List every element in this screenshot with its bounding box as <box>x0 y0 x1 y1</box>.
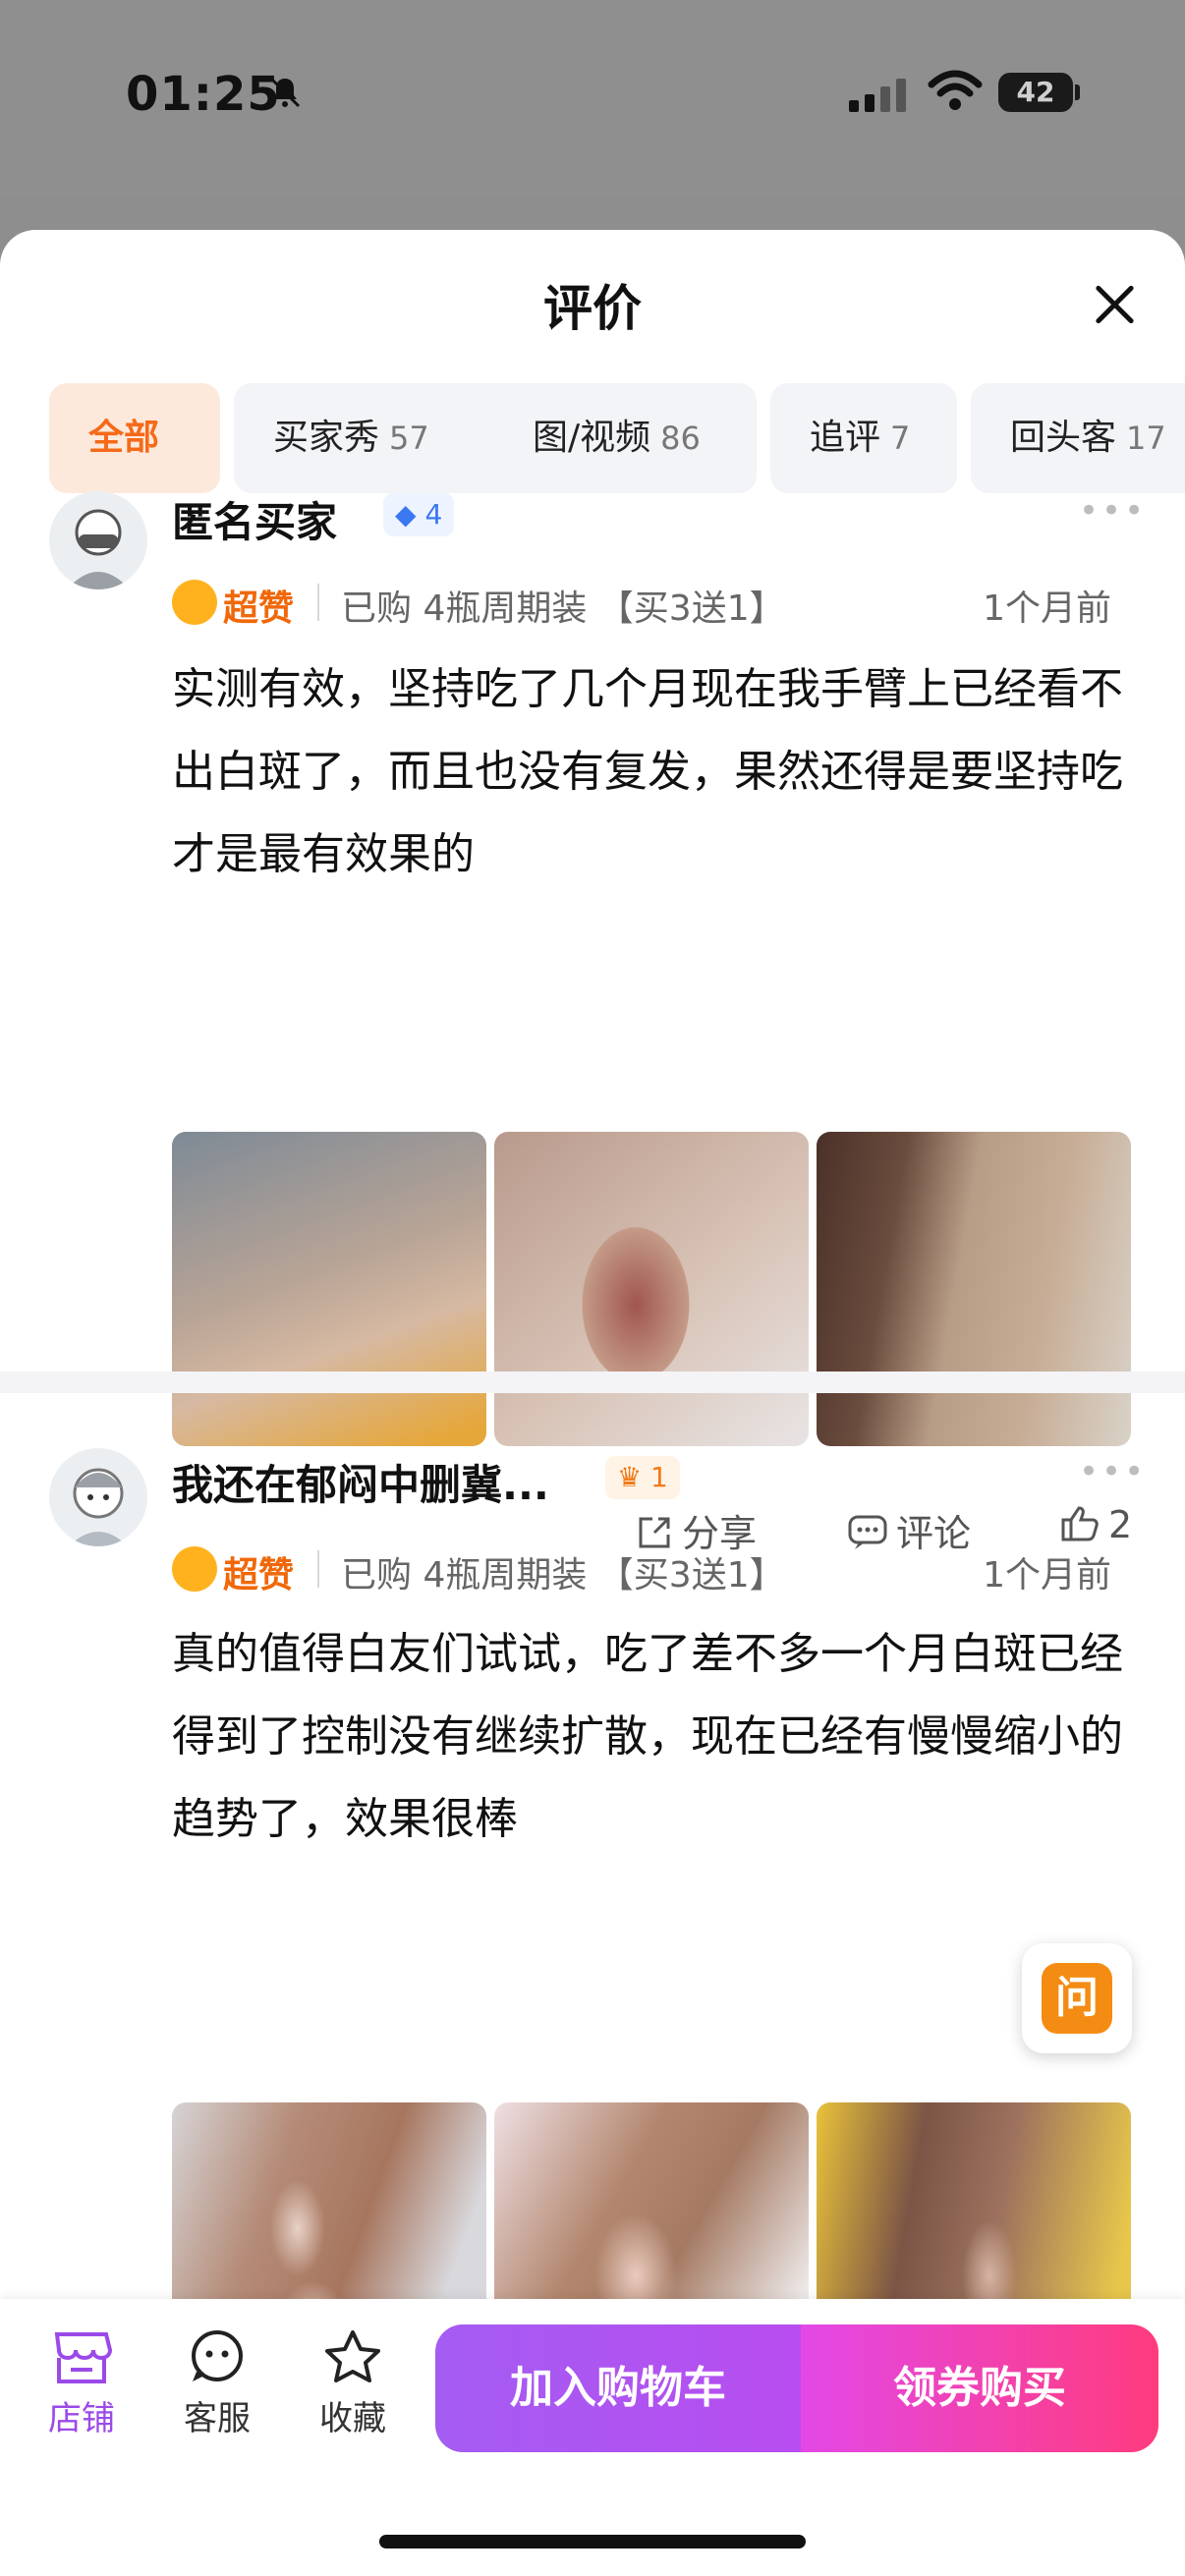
store-button[interactable]: 店铺 <box>37 2328 126 2439</box>
rating-label: 超赞 <box>223 588 295 629</box>
heart-eyes-emoji-icon <box>172 580 217 625</box>
avatar[interactable] <box>49 1448 147 1546</box>
review-age: 1个月前 <box>983 588 1111 629</box>
close-button[interactable] <box>1085 275 1144 334</box>
purchase-spec: 已购 4瓶周期装 【买3送1】 <box>341 1555 785 1596</box>
bell-muted-icon <box>269 77 301 108</box>
review-text: 真的值得白友们试试，吃了差不多一个月白斑已经得到了控制没有继续扩散，现在已经有慢… <box>172 1629 1123 1844</box>
status-bar: 01:25 42 <box>0 0 1185 196</box>
diamond-icon: ◆ <box>395 498 417 531</box>
review-username[interactable]: 匿名买家 <box>172 489 337 549</box>
store-icon <box>54 2332 112 2383</box>
rating-label: 超赞 <box>223 1555 295 1596</box>
crown-icon: ♛ <box>617 1461 643 1493</box>
divider <box>317 1550 319 1588</box>
wifi-icon <box>928 70 983 110</box>
avatar[interactable] <box>49 491 147 589</box>
review-photos <box>172 1132 1133 1446</box>
tab-buyer-show[interactable]: 买家秀 57 <box>234 383 531 493</box>
sheet-title: 评价 <box>543 280 642 337</box>
review-photo[interactable] <box>494 1132 809 1446</box>
filter-tabs: 全部 买家秀 57 图/视频 86 追评 7 回头客 17 <box>49 383 1185 493</box>
review-age: 1个月前 <box>983 1555 1111 1596</box>
review-photo[interactable] <box>817 1132 1131 1446</box>
favorite-button[interactable]: 收藏 <box>309 2328 397 2439</box>
divider <box>317 584 319 621</box>
level-badge: ♛ 1 <box>605 1456 680 1499</box>
level-badge: ◆ 4 <box>383 493 455 536</box>
tab-repeat-customer[interactable]: 回头客 17 <box>971 383 1185 493</box>
signal-icon <box>849 79 906 112</box>
review-photo[interactable] <box>172 1132 486 1446</box>
customer-service-button[interactable]: 客服 <box>173 2328 261 2439</box>
star-icon <box>325 2330 380 2382</box>
section-divider <box>0 1372 1185 1393</box>
review-username[interactable]: 我还在郁闷中删冀... <box>172 1452 549 1512</box>
more-options-icon[interactable]: ••• <box>1079 1452 1147 1491</box>
tab-all[interactable]: 全部 <box>49 383 220 493</box>
home-indicator <box>379 2535 806 2548</box>
review-meta: 超赞 已购 4瓶周期装 【买3送1】 1个月前 <box>172 574 1135 633</box>
status-time: 01:25 <box>126 67 281 122</box>
purchase-spec: 已购 4瓶周期装 【买3送1】 <box>341 588 785 629</box>
heart-eyes-emoji-icon <box>172 1546 217 1592</box>
review-text: 实测有效，坚持吃了几个月现在我手臂上已经看不出白斑了，而且也没有复发，果然还得是… <box>172 664 1123 879</box>
add-to-cart-button[interactable]: 加入购物车 <box>435 2324 801 2452</box>
battery-indicator: 42 <box>998 73 1073 112</box>
buy-with-coupon-button[interactable]: 领券购买 <box>801 2324 1158 2452</box>
review-meta: 超赞 已购 4瓶周期装 【买3送1】 1个月前 <box>172 1540 1135 1599</box>
ask-question-button[interactable]: 问 <box>1022 1943 1132 2053</box>
more-options-icon[interactable]: ••• <box>1079 491 1147 531</box>
review-card: 匿名买家 ◆ 4 ••• 超赞 已购 4瓶周期装 【买3送1】 1个月前 实测有… <box>0 491 1185 1572</box>
review-sheet: 评价 全部 买家秀 57 图/视频 86 追评 7 回头客 17 匿名买家 ◆ 4 ••… <box>0 230 1185 2576</box>
chat-face-icon <box>192 2330 243 2381</box>
battery-tip <box>1075 84 1080 100</box>
tab-follow-up[interactable]: 追评 7 <box>770 383 957 493</box>
tab-photo-video[interactable]: 图/视频 86 <box>493 383 757 493</box>
